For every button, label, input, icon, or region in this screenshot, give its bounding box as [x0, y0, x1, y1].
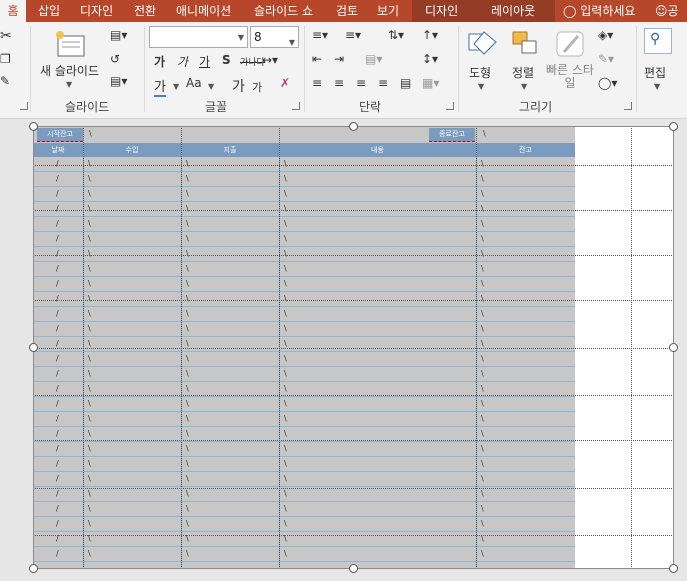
align-left-icon[interactable]: ≡ — [312, 76, 322, 90]
tab-home[interactable]: 홈 — [0, 0, 26, 22]
resize-handle[interactable] — [349, 564, 358, 573]
tab-table-layout[interactable]: 레이아웃 — [491, 0, 535, 22]
font-name-box[interactable]: ▼ — [149, 26, 248, 48]
search-icon: ⚲ — [644, 28, 672, 54]
copy-icon[interactable]: ❐ — [0, 52, 11, 66]
font-size-box[interactable]: 8 ▼ — [250, 26, 299, 48]
shrink-font-button[interactable]: 가 — [252, 79, 262, 95]
change-case-button[interactable]: Aa — [186, 76, 202, 90]
justify-icon[interactable]: ≡ — [378, 76, 388, 90]
shape-fill-icon[interactable]: ◈▾ — [598, 28, 613, 42]
bold-button[interactable]: 가 — [154, 53, 165, 70]
shapes-icon — [468, 31, 497, 55]
clear-format-icon[interactable]: ✗ — [280, 76, 290, 90]
font-launcher-icon[interactable] — [292, 102, 300, 110]
increase-indent-icon[interactable]: ⇥ — [334, 52, 344, 66]
grow-font-button[interactable]: 가 — [232, 76, 245, 96]
arrange-icon — [512, 31, 537, 54]
chevron-down-icon: ▼ — [237, 33, 244, 42]
share-button[interactable]: ☺공 — [655, 0, 679, 22]
new-slide-button[interactable]: 새 슬라이드 ▼ — [38, 26, 104, 96]
layout-icon[interactable]: ▤▾ — [110, 28, 127, 42]
smartart-icon[interactable]: ▦▾ — [422, 76, 439, 90]
tell-me-box[interactable]: ◯ 입력하세요 — [563, 0, 635, 22]
tab-view[interactable]: 보기 — [377, 0, 399, 22]
group-label-drawing: 그리기 — [519, 100, 553, 114]
chevron-down-icon: ▼ — [521, 82, 528, 91]
font-color-button[interactable]: 가 — [154, 76, 166, 97]
chevron-down-icon: ▼ — [288, 38, 295, 47]
resize-handle[interactable] — [669, 564, 678, 573]
chevron-down-icon: ▼ — [66, 80, 73, 89]
reset-icon[interactable]: ↺ — [110, 52, 120, 66]
align-text-icon[interactable]: ↕▾ — [422, 52, 438, 66]
char-spacing-icon[interactable]: ↔▾ — [262, 53, 278, 67]
resize-handle[interactable] — [29, 343, 38, 352]
align-right-icon[interactable]: ≡ — [356, 76, 366, 90]
resize-handle[interactable] — [29, 122, 38, 131]
bullets-icon[interactable]: ≡▾ — [312, 28, 328, 42]
section-icon[interactable]: ▤▾ — [110, 74, 127, 88]
tab-slideshow[interactable]: 슬라이드 쇼 — [254, 0, 313, 22]
tab-table-design[interactable]: 디자인 — [425, 0, 458, 22]
separator — [30, 26, 31, 112]
selection-frame — [33, 126, 674, 569]
arrange-button[interactable]: 정렬 ▼ — [505, 26, 545, 96]
quick-styles-icon — [556, 31, 584, 57]
decrease-indent-icon[interactable]: ⇤ — [312, 52, 322, 66]
shape-effects-icon[interactable]: ◯▾ — [598, 76, 617, 90]
person-icon: ☺ — [655, 4, 668, 18]
shape-outline-icon[interactable]: ✎▾ — [598, 52, 614, 66]
tab-transitions[interactable]: 전환 — [134, 0, 156, 22]
resize-handle[interactable] — [669, 343, 678, 352]
tab-animations[interactable]: 애니메이션 — [176, 0, 231, 22]
resize-handle[interactable] — [29, 564, 38, 573]
tab-design[interactable]: 디자인 — [80, 0, 113, 22]
text-direction-icon[interactable]: ↑▾ — [422, 28, 438, 42]
lightbulb-icon: ◯ — [563, 4, 577, 18]
new-slide-icon — [56, 31, 85, 57]
drawing-launcher-icon[interactable] — [624, 102, 632, 110]
separator — [636, 26, 637, 112]
resize-handle[interactable] — [669, 122, 678, 131]
chevron-down-icon: ▼ — [208, 82, 215, 91]
shapes-button[interactable]: 도형 ▼ — [462, 26, 502, 96]
underline-button[interactable]: 가 — [199, 53, 210, 70]
group-label-paragraph: 단락 — [359, 100, 382, 114]
ribbon: ✂ ❐ ✎ 새 슬라이드 ▼ ▤▾ ↺ ▤▾ 슬라이드 ▼ 8 ▼ 가 가 가 … — [0, 22, 687, 119]
resize-handle[interactable] — [349, 122, 358, 131]
separator — [458, 26, 459, 112]
italic-button[interactable]: 가 — [177, 53, 188, 70]
numbering-icon[interactable]: ≡▾ — [345, 28, 361, 42]
cut-icon[interactable]: ✂ — [0, 28, 12, 44]
distributed-icon[interactable]: ▤ — [400, 76, 411, 90]
line-spacing-icon[interactable]: ⇅▾ — [388, 28, 404, 42]
tab-insert[interactable]: 삽입 — [38, 0, 60, 22]
editing-button[interactable]: ⚲ 편집 ▼ — [640, 26, 678, 96]
format-painter-icon[interactable]: ✎ — [0, 74, 10, 88]
columns-icon[interactable]: ▤▾ — [365, 52, 382, 66]
chevron-down-icon: ▼ — [654, 82, 661, 91]
separator — [304, 26, 305, 112]
group-label-slides: 슬라이드 — [65, 100, 110, 114]
tab-review[interactable]: 검토 — [336, 0, 358, 22]
quick-styles-button[interactable]: 빠른 스타일 — [546, 26, 594, 96]
group-label-font: 글꼴 — [205, 100, 228, 114]
clipboard-launcher-icon[interactable] — [20, 102, 28, 110]
ribbon-tab-bar: 홈 삽입 디자인 전환 애니메이션 슬라이드 쇼 검토 보기 디자인 레이아웃 … — [0, 0, 687, 22]
paragraph-launcher-icon[interactable] — [446, 102, 454, 110]
chevron-down-icon: ▼ — [478, 82, 485, 91]
separator — [144, 26, 145, 112]
align-center-icon[interactable]: ≡ — [334, 76, 344, 90]
shadow-button[interactable]: S — [222, 53, 231, 67]
chevron-down-icon: ▼ — [173, 82, 180, 91]
